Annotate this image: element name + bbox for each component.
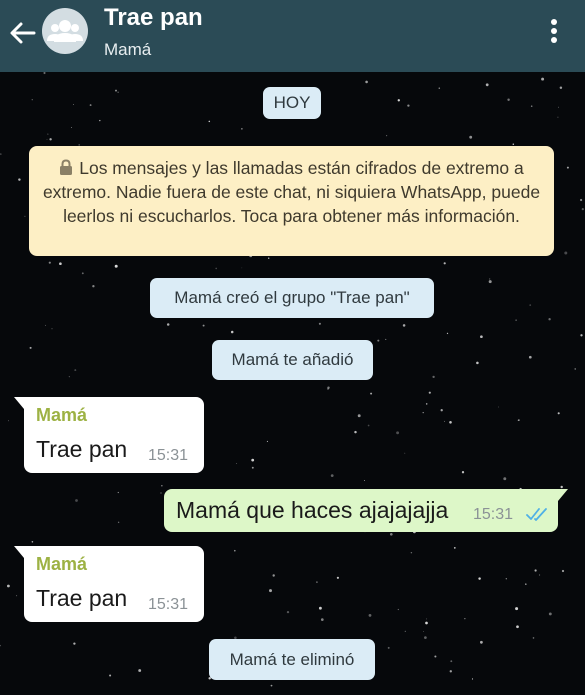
system-message-created: Mamá creó el grupo "Trae pan" [150,278,434,318]
menu-button[interactable] [540,14,568,48]
more-vertical-icon [551,19,557,43]
double-check-icon [526,508,547,521]
system-message-added: Mamá te añadió [212,340,373,380]
date-chip: HOY [263,87,321,119]
message-text: Trae pan [36,585,128,611]
system-message-removed: Mamá te eliminó [209,639,375,680]
chat-header: Trae pan Mamá [0,0,585,72]
message-time: 15:31 [473,506,514,523]
arrow-left-icon [10,22,36,44]
sender-name: Mamá [36,554,88,574]
lock-icon [60,159,73,175]
chat-title-block[interactable]: Trae pan Mamá [104,3,203,61]
outgoing-message[interactable]: Mamá que haces ajajajajja 15:31 [164,489,568,532]
avatar[interactable] [42,8,88,54]
message-text: Mamá que haces ajajajajja [176,497,449,523]
encryption-notice[interactable]: Los mensajes y las llamadas están cifrad… [29,146,554,256]
incoming-message[interactable]: Mamá Trae pan 15:31 [14,397,204,473]
incoming-message[interactable]: Mamá Trae pan 15:31 [14,546,204,622]
group-avatar-icon [47,20,83,42]
back-button[interactable] [6,18,40,48]
chat-subtitle: Mamá [104,40,152,59]
chat-title: Trae pan [104,4,203,31]
message-text: Trae pan [36,436,128,462]
sender-name: Mamá [36,405,88,425]
encryption-text: Los mensajes y las llamadas están cifrad… [42,158,541,226]
message-time: 15:31 [148,447,189,464]
message-time: 15:31 [148,596,189,613]
